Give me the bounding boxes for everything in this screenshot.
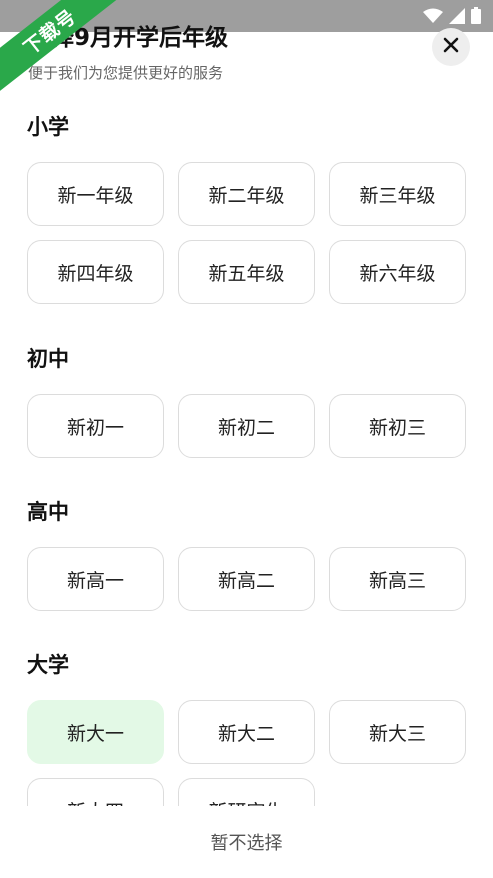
grade-option[interactable]: 新研究生 [178,778,315,806]
grade-grid: 新初一 新初二 新初三 [27,394,467,458]
grade-option[interactable]: 新四年级 [27,240,164,304]
grade-list[interactable]: 小学 新一年级 新二年级 新三年级 新四年级 新五年级 新六年级 初中 新初一 … [0,100,493,806]
grade-option[interactable]: 新大四 [27,778,164,806]
section-primary: 小学 新一年级 新二年级 新三年级 新四年级 新五年级 新六年级 [27,112,467,304]
grade-option[interactable]: 新高三 [329,547,466,611]
grade-selection-sheet: 下载号 选择9月开学后年级 便于我们为您提供更好的服务 小学 新一年级 新二年级… [0,0,493,878]
grade-option[interactable]: 新一年级 [27,162,164,226]
section-senior-high: 高中 新高一 新高二 新高三 [27,497,467,611]
grade-option-selected[interactable]: 新大一 [27,700,164,764]
section-university: 大学 新大一 新大二 新大三 新大四 新研究生 [27,650,467,806]
grade-option[interactable]: 新高一 [27,547,164,611]
grade-option[interactable]: 新初三 [329,394,466,458]
section-title: 高中 [27,500,69,524]
grade-option[interactable]: 新大三 [329,700,466,764]
section-junior-high: 初中 新初一 新初二 新初三 [27,344,467,458]
status-icons [423,7,481,24]
grade-option[interactable]: 新初一 [27,394,164,458]
wifi-icon [423,8,443,24]
close-button[interactable] [432,28,470,66]
grade-option[interactable]: 新初二 [178,394,315,458]
page-subtitle: 便于我们为您提供更好的服务 [28,64,224,82]
skip-button[interactable]: 暂不选择 [191,821,303,863]
grade-option[interactable]: 新三年级 [329,162,466,226]
section-title: 初中 [27,347,69,371]
grade-option[interactable]: 新大二 [178,700,315,764]
signal-icon [449,7,465,24]
grade-grid: 新大一 新大二 新大三 新大四 新研究生 [27,700,467,806]
battery-icon [471,7,481,24]
grade-grid: 新一年级 新二年级 新三年级 新四年级 新五年级 新六年级 [27,162,467,304]
close-icon [443,37,459,57]
section-title: 小学 [27,115,69,139]
grade-option[interactable]: 新五年级 [178,240,315,304]
bottom-bar: 暂不选择 [0,806,493,878]
section-title: 大学 [27,653,69,677]
grade-option[interactable]: 新高二 [178,547,315,611]
grade-grid: 新高一 新高二 新高三 [27,547,467,611]
grade-option[interactable]: 新六年级 [329,240,466,304]
grade-option[interactable]: 新二年级 [178,162,315,226]
